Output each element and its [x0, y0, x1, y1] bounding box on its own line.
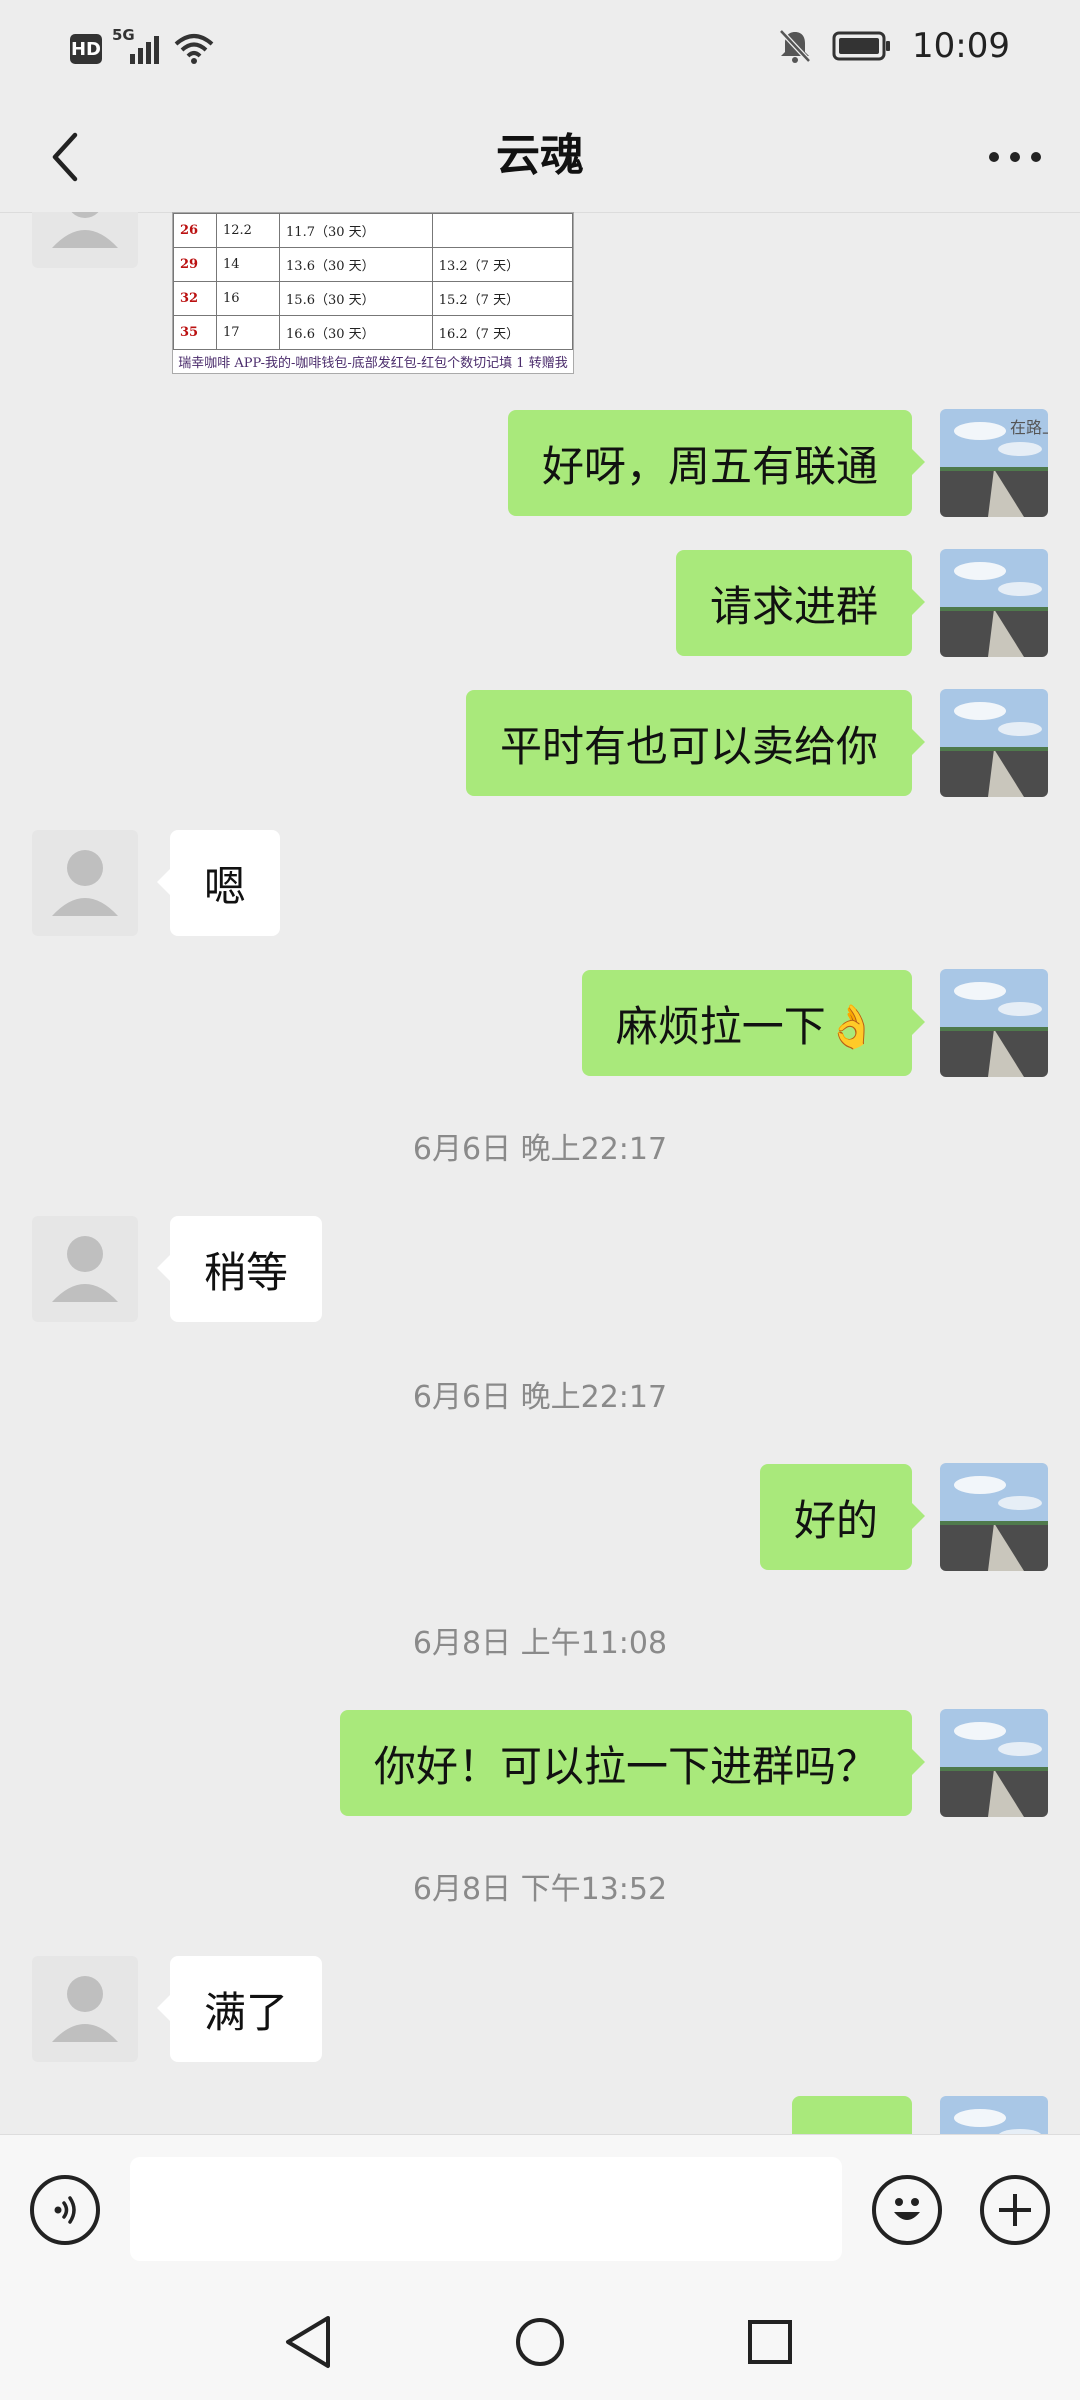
timestamp: 6月6日 晚上22:17 [412, 1132, 668, 1167]
voice-button[interactable] [30, 2175, 100, 2245]
system-recents-button[interactable] [738, 2310, 802, 2374]
timestamp: 6月6日 晚上22:17 [412, 1380, 668, 1415]
message-bubble-other[interactable]: 嗯 [156, 830, 281, 936]
system-navigation-bar [0, 2280, 1080, 2400]
image-caption: 瑞幸咖啡 APP-我的-咖啡钱包-底部发红包-红包个数切记填 1 转赠我 [178, 356, 568, 371]
wifi-icon [174, 34, 214, 64]
message-bubble-self[interactable]: 好呀，周五有联通 [507, 410, 926, 516]
circle-home-icon [516, 2318, 564, 2366]
image-table: 26 12.2 11.7（30 天） 29 14 13.6（30 天） 13.2（7 天）… [173, 213, 573, 350]
emoji-button[interactable] [872, 2175, 942, 2245]
input-bar [0, 2134, 1080, 2281]
self-avatar[interactable] [940, 969, 1048, 1077]
message-bubble-self[interactable]: 请求进群 [675, 550, 926, 656]
self-avatar[interactable] [940, 549, 1048, 657]
voice-icon [54, 2196, 76, 2224]
road-photo-avatar [940, 549, 1048, 657]
message-bubble-self[interactable]: 麻烦拉一下👌 [581, 970, 926, 1076]
network-type: 5G [112, 26, 135, 44]
mute-bell-icon [779, 29, 811, 63]
self-avatar[interactable] [940, 1463, 1048, 1571]
signal-icon: 5G [112, 26, 164, 68]
message-input[interactable] [130, 2157, 842, 2261]
smiley-icon [894, 2198, 920, 2220]
system-back-button[interactable] [276, 2310, 340, 2374]
timestamp: 6月8日 上午11:08 [412, 1626, 668, 1661]
more-options-button[interactable] [980, 122, 1050, 192]
self-avatar[interactable]: 在路上 [940, 409, 1048, 517]
clock: 10:09 [912, 26, 1010, 66]
message-bubble-self[interactable] [792, 2096, 912, 2134]
chat-title: 云魂 [496, 130, 584, 181]
self-avatar[interactable] [940, 1709, 1048, 1817]
square-recents-icon [748, 2320, 792, 2364]
self-avatar[interactable] [940, 2096, 1048, 2134]
image-message[interactable]: 26 12.2 11.7（30 天） 29 14 13.6（30 天） 13.2（7 天）… [172, 212, 574, 374]
triangle-back-icon [286, 2316, 330, 2368]
self-avatar[interactable] [940, 689, 1048, 797]
road-photo-avatar: 在路上 [940, 409, 1048, 517]
contact-avatar[interactable] [32, 1956, 138, 2062]
message-bubble-other[interactable]: 满了 [156, 1956, 323, 2062]
message-bubble-self[interactable]: 平时有也可以卖给你 [465, 690, 926, 796]
road-photo-avatar [940, 969, 1048, 1077]
message-bubble-other[interactable]: 稍等 [156, 1216, 323, 1322]
more-functions-button[interactable] [980, 2175, 1050, 2245]
battery-icon [832, 31, 891, 61]
message-bubble-self[interactable]: 你好！可以拉一下进群吗？ [339, 1710, 926, 1816]
hd-badge: HD [70, 34, 102, 64]
status-bar: HD 5G 10:09 [0, 0, 1080, 100]
contact-avatar[interactable] [32, 212, 138, 268]
road-photo-avatar [940, 689, 1048, 797]
message-list[interactable]: 26 12.2 11.7（30 天） 29 14 13.6（30 天） 13.2（7 天）… [0, 212, 1080, 2134]
timestamp: 6月8日 下午13:52 [412, 1872, 668, 1907]
contact-avatar[interactable] [32, 830, 138, 936]
chat-header: 云魂 [0, 100, 1080, 213]
contact-avatar[interactable] [32, 1216, 138, 1322]
avatar-caption: 在路上 [1010, 418, 1048, 437]
road-photo-avatar [940, 1463, 1048, 1571]
road-photo-avatar [940, 2096, 1048, 2134]
road-photo-avatar [940, 1709, 1048, 1817]
system-home-button[interactable] [508, 2310, 572, 2374]
message-bubble-self[interactable]: 好的 [759, 1464, 926, 1570]
more-icon [989, 152, 1041, 162]
plus-icon [999, 2194, 1031, 2226]
